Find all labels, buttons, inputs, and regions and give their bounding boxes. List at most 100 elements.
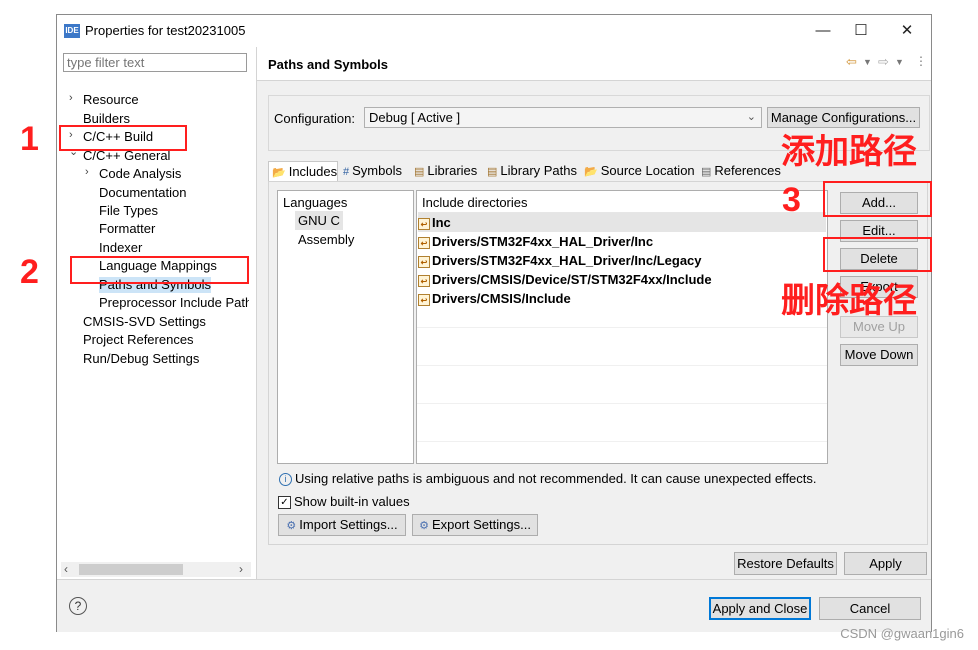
restore-defaults-button[interactable]: Restore Defaults: [734, 552, 837, 575]
filter-input[interactable]: [63, 53, 247, 72]
title-bar: IDE Properties for test20231005 — ☐ ✕: [57, 15, 931, 47]
cancel-button[interactable]: Cancel: [819, 597, 921, 620]
checkbox-check-icon[interactable]: ✓: [278, 496, 291, 510]
tab-includes[interactable]: 📂 Includes: [268, 161, 338, 181]
include-folder-icon: ↩: [418, 255, 430, 268]
show-builtin-label: Show built-in values: [294, 494, 410, 509]
sidebar-item-indexer[interactable]: Indexer: [99, 240, 142, 256]
languages-list: Languages GNU C Assembly: [277, 190, 414, 464]
include-row[interactable]: ↩ Drivers/CMSIS/Include: [418, 289, 571, 308]
library-paths-icon: ▤: [487, 166, 498, 178]
language-item-gnu-c[interactable]: GNU C: [295, 211, 343, 230]
forward-arrow-icon[interactable]: ⇨: [878, 54, 889, 70]
include-header: Include directories: [422, 195, 528, 210]
tab-libraries[interactable]: ▤ Libraries: [411, 161, 483, 181]
info-text: Using relative paths is ambiguous and no…: [295, 471, 817, 486]
info-icon: i: [279, 473, 292, 487]
configuration-select[interactable]: Debug [ Active ] ⌄: [364, 107, 762, 128]
forward-dropdown-icon[interactable]: ▼: [895, 57, 904, 67]
properties-window: IDE Properties for test20231005 — ☐ ✕ Re…: [56, 14, 932, 632]
back-dropdown-icon[interactable]: ▼: [863, 57, 872, 67]
include-path: Drivers/STM32F4xx_HAL_Driver/Inc: [432, 234, 654, 249]
sidebar-item-formatter[interactable]: Formatter: [99, 221, 155, 237]
include-row[interactable]: ↩ Drivers/STM32F4xx_HAL_Driver/Inc: [418, 232, 653, 251]
tab-label: References: [714, 163, 781, 178]
include-path: Inc: [432, 215, 451, 230]
includes-icon: 📂: [272, 167, 286, 179]
sidebar-item-documentation[interactable]: Documentation: [99, 185, 186, 201]
sidebar-item-code-analysis[interactable]: Code Analysis: [99, 166, 181, 182]
apply-and-close-button[interactable]: Apply and Close: [709, 597, 811, 620]
page-title: Paths and Symbols: [268, 57, 388, 72]
apply-button[interactable]: Apply: [844, 552, 927, 575]
scroll-left-icon[interactable]: ‹: [64, 562, 68, 576]
export-label: Export Settings...: [431, 517, 531, 532]
window-title: Properties for test20231005: [85, 23, 246, 38]
tab-references[interactable]: ▤ References: [698, 161, 784, 181]
tab-label: Includes: [288, 164, 338, 179]
sidebar-item-preprocessor-include-path[interactable]: Preprocessor Include Path: [99, 295, 249, 311]
references-icon: ▤: [701, 166, 712, 178]
sidebar-item-file-types[interactable]: File Types: [99, 203, 158, 219]
help-icon[interactable]: ?: [69, 597, 87, 615]
chevron-right-icon[interactable]: ›: [85, 166, 89, 178]
horizontal-scrollbar[interactable]: ‹ ›: [61, 562, 251, 577]
configuration-label: Configuration:: [274, 111, 355, 126]
include-path: Drivers/CMSIS/Include: [432, 291, 571, 306]
grid-line: [417, 403, 827, 404]
annotation-delete-path: 删除路径: [781, 281, 917, 321]
maximize-icon[interactable]: ☐: [841, 19, 881, 43]
back-arrow-icon[interactable]: ⇦: [846, 54, 857, 70]
tab-label: Libraries: [427, 163, 478, 178]
sidebar-item-cmsis-svd-settings[interactable]: CMSIS-SVD Settings: [83, 314, 206, 330]
tab-library-paths[interactable]: ▤ Library Paths: [484, 161, 580, 181]
ide-app-icon: IDE: [64, 24, 80, 38]
grid-line: [417, 327, 827, 328]
annotation-box-paths-symbols: [70, 256, 249, 284]
annotation-box-delete: [823, 237, 932, 272]
minimize-icon[interactable]: —: [803, 19, 843, 43]
chevron-down-icon: ⌄: [746, 111, 756, 123]
tab-label: Library Paths: [500, 163, 577, 178]
dialog-footer: ? Apply and Close Cancel: [57, 579, 931, 632]
tab-source-location[interactable]: 📂 Source Location: [581, 161, 698, 181]
scrollbar-thumb[interactable]: [79, 564, 183, 575]
include-directories-list: Include directories ↩ Inc ↩ Drivers/STM32F…: [416, 190, 828, 464]
sidebar-item-resource[interactable]: Resource: [83, 92, 139, 108]
grid-line: [417, 441, 827, 442]
include-folder-icon: ↩: [418, 236, 430, 249]
import-label: Import Settings...: [299, 517, 398, 532]
manage-configurations-button[interactable]: Manage Configurations...: [767, 107, 920, 128]
annotation-box-add: [823, 181, 932, 217]
tab-label: Source Location: [600, 163, 695, 178]
import-icon: ⚙: [286, 520, 297, 532]
include-path: Drivers/CMSIS/Device/ST/STM32F4xx/Includ…: [432, 272, 712, 287]
move-down-button[interactable]: Move Down: [840, 344, 918, 366]
export-icon: ⚙: [419, 520, 429, 532]
include-row[interactable]: ↩ Drivers/STM32F4xx_HAL_Driver/Inc/Legacy: [418, 251, 702, 270]
include-folder-icon: ↩: [418, 217, 430, 230]
info-message: i Using relative paths is ambiguous and n…: [279, 471, 817, 487]
chevron-right-icon[interactable]: ›: [69, 92, 73, 104]
libraries-icon: ▤: [414, 166, 425, 178]
sidebar-item-run-debug-settings[interactable]: Run/Debug Settings: [83, 351, 199, 367]
import-settings-button[interactable]: ⚙ Import Settings...: [278, 514, 406, 536]
include-folder-icon: ↩: [418, 274, 430, 287]
languages-header: Languages: [283, 195, 348, 210]
annotation-box-cc-general: [59, 125, 187, 151]
show-builtin-checkbox[interactable]: ✓ Show built-in values: [278, 494, 410, 510]
configuration-value: Debug [ Active ]: [369, 110, 461, 125]
annotation-number-2: 2: [20, 253, 39, 291]
sidebar-item-project-references[interactable]: Project References: [83, 332, 194, 348]
language-item-assembly[interactable]: Assembly: [298, 230, 354, 249]
include-path: Drivers/STM32F4xx_HAL_Driver/Inc/Legacy: [432, 253, 702, 268]
export-settings-button[interactable]: ⚙ Export Settings...: [412, 514, 538, 536]
annotation-number-1: 1: [20, 120, 39, 158]
include-row[interactable]: ↩ Inc: [418, 213, 826, 232]
tab-symbols[interactable]: # Symbols: [340, 161, 412, 181]
include-row[interactable]: ↩ Drivers/CMSIS/Device/ST/STM32F4xx/Inclu…: [418, 270, 712, 289]
view-menu-icon[interactable]: ⋮: [915, 54, 927, 68]
close-icon[interactable]: ✕: [887, 19, 927, 43]
scroll-right-icon[interactable]: ›: [239, 562, 243, 576]
page-header: Paths and Symbols ⇦ ▼ ⇨ ▼ ⋮: [257, 47, 931, 81]
